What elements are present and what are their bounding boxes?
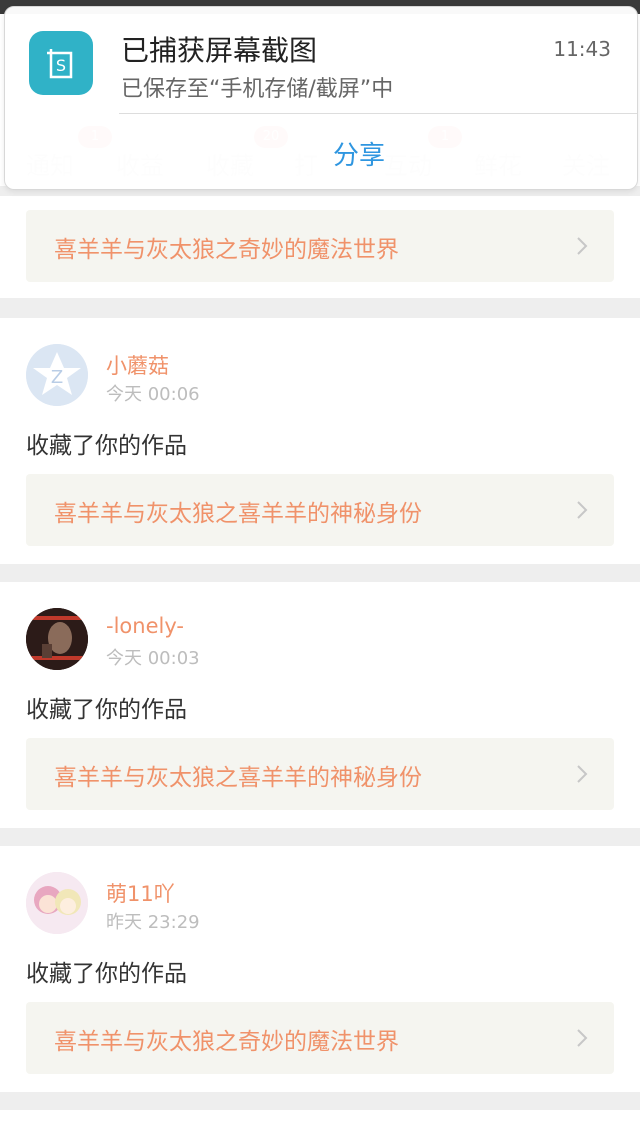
action-text: 收藏了你的作品: [26, 961, 187, 987]
timestamp: 今天 00:03: [106, 648, 200, 669]
work-title: 喜羊羊与灰太狼之奇妙的魔法世界: [54, 1029, 399, 1055]
feed-item: 萌11吖 昨天 23:29 收藏了你的作品 喜羊羊与灰太狼之奇妙的魔法世界: [0, 846, 640, 1092]
notification-title: 已捕获屏幕截图: [121, 34, 318, 67]
notification-subtitle: 已保存至“手机存储/截屏”中: [121, 77, 394, 102]
chevron-right-icon: [577, 237, 588, 255]
anime-avatar-icon: [26, 872, 88, 934]
divider: [119, 113, 637, 114]
username[interactable]: -lonely-: [106, 614, 184, 638]
feed-item-partial: 喜羊羊与灰太狼之奇妙的魔法世界: [0, 196, 640, 298]
notification-time: 11:43: [553, 37, 611, 61]
username[interactable]: 小蘑菇: [106, 350, 169, 380]
work-link[interactable]: 喜羊羊与灰太狼之奇妙的魔法世界: [26, 210, 614, 282]
screen: 通知 1 收益 收藏 20 打 互动 1 鲜花 关注 喜羊羊与灰太狼之奇妙的魔法…: [0, 0, 640, 1138]
feed-item: Z 小蘑菇 今天 00:06 收藏了你的作品 喜羊羊与灰太狼之喜羊羊的神秘身份: [0, 318, 640, 564]
chevron-right-icon: [577, 765, 588, 783]
svg-text:Z: Z: [51, 367, 63, 388]
work-link[interactable]: 喜羊羊与灰太狼之喜羊羊的神秘身份: [26, 474, 614, 546]
work-link[interactable]: 喜羊羊与灰太狼之奇妙的魔法世界: [26, 1002, 614, 1074]
username[interactable]: 萌11吖: [106, 878, 175, 908]
work-link[interactable]: 喜羊羊与灰太狼之喜羊羊的神秘身份: [26, 738, 614, 810]
action-text: 收藏了你的作品: [26, 697, 187, 723]
svg-text:S: S: [56, 56, 66, 75]
avatar[interactable]: [26, 872, 88, 934]
chevron-right-icon: [577, 501, 588, 519]
action-text: 收藏了你的作品: [26, 433, 187, 459]
work-title: 喜羊羊与灰太狼之奇妙的魔法世界: [54, 237, 399, 263]
feed-item: -lonely- 今天 00:03 收藏了你的作品 喜羊羊与灰太狼之喜羊羊的神秘…: [0, 582, 640, 828]
feed-item-next: [0, 1110, 640, 1138]
work-title: 喜羊羊与灰太狼之喜羊羊的神秘身份: [54, 765, 422, 791]
share-button[interactable]: 分享: [333, 135, 385, 172]
avatar[interactable]: Z: [26, 344, 88, 406]
photo-avatar-icon: [26, 608, 88, 670]
timestamp: 今天 00:06: [106, 384, 200, 405]
screenshot-notification[interactable]: S 已捕获屏幕截图 已保存至“手机存储/截屏”中 11:43 分享: [4, 6, 638, 190]
avatar[interactable]: [26, 608, 88, 670]
work-title: 喜羊羊与灰太狼之喜羊羊的神秘身份: [54, 501, 422, 527]
default-avatar-icon: Z: [26, 344, 88, 406]
screenshot-icon: S: [29, 31, 93, 95]
timestamp: 昨天 23:29: [106, 912, 200, 933]
chevron-right-icon: [577, 1029, 588, 1047]
